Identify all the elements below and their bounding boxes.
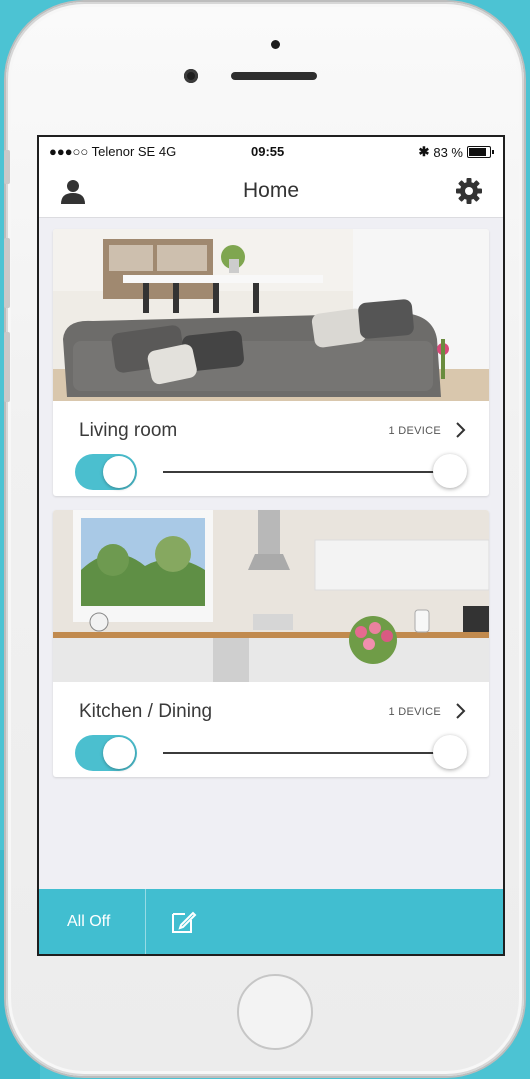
- room-toggle[interactable]: [75, 454, 137, 490]
- edit-icon[interactable]: [169, 908, 197, 936]
- dimmer-slider-thumb[interactable]: [433, 454, 467, 488]
- earpiece-speaker: [231, 72, 317, 80]
- battery-status: ✱ 83 %: [418, 144, 494, 160]
- room-card-living-room[interactable]: Living room 1 DEVICE: [53, 229, 489, 496]
- toggle-knob: [103, 456, 135, 488]
- kitchen-photo: [53, 510, 489, 682]
- volume-down-button: [4, 332, 10, 402]
- room-name[interactable]: Kitchen / Dining: [79, 701, 212, 723]
- dimmer-slider-track[interactable]: [163, 471, 461, 473]
- dimmer-slider-thumb[interactable]: [433, 735, 467, 769]
- room-row: Kitchen / Dining 1 DEVICE: [53, 687, 489, 777]
- room-name[interactable]: Living room: [79, 420, 177, 442]
- bluetooth-icon: ✱: [418, 144, 430, 159]
- volume-up-button: [4, 238, 10, 308]
- battery-icon: [467, 146, 494, 158]
- toggle-knob: [103, 737, 135, 769]
- gear-icon[interactable]: [455, 177, 483, 205]
- clock: 09:55: [251, 144, 285, 159]
- page-title: Home: [242, 179, 300, 202]
- all-off-button[interactable]: All Off: [67, 913, 110, 931]
- device-count[interactable]: 1 DEVICE: [388, 425, 441, 437]
- mute-switch: [4, 150, 10, 184]
- room-card-kitchen-dining[interactable]: Kitchen / Dining 1 DEVICE: [53, 510, 489, 777]
- room-toggle[interactable]: [75, 735, 137, 771]
- carrier-label: ●●●○○ Telenor SE 4G: [49, 144, 177, 159]
- chevron-right-icon[interactable]: [455, 420, 467, 440]
- toolbar-divider: [145, 889, 146, 954]
- battery-percent: 83 %: [433, 144, 463, 160]
- app-screen: ●●●○○ Telenor SE 4G 09:55 ✱ 83 % Home Li…: [37, 135, 505, 956]
- chevron-right-icon[interactable]: [455, 701, 467, 721]
- status-bar: ●●●○○ Telenor SE 4G 09:55 ✱ 83 %: [39, 137, 503, 165]
- front-camera: [184, 69, 198, 83]
- device-count[interactable]: 1 DEVICE: [388, 706, 441, 718]
- living-room-photo: [53, 229, 489, 401]
- dimmer-slider-track[interactable]: [163, 752, 461, 754]
- bottom-toolbar: All Off: [39, 889, 503, 954]
- home-button[interactable]: [237, 974, 313, 1050]
- room-row: Living room 1 DEVICE: [53, 406, 489, 496]
- nav-bar: Home: [39, 165, 503, 218]
- proximity-sensor: [271, 40, 280, 49]
